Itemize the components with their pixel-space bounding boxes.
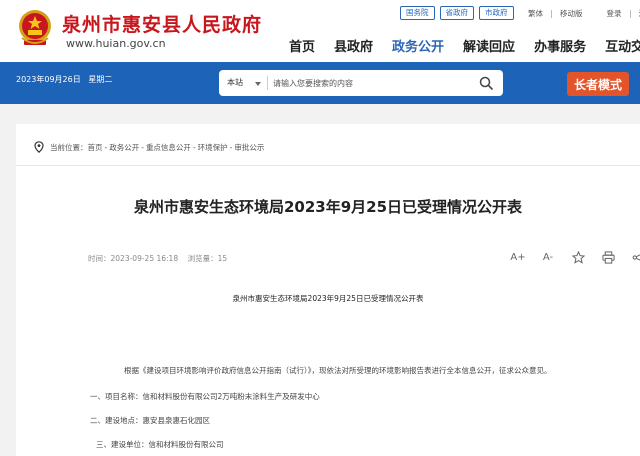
mobile-version-link[interactable]: 移动版 [560,8,583,19]
article-meta: 时间：2023-09-25 16:18 浏览量：15 [88,253,227,264]
search-input[interactable] [273,74,469,92]
nav-services[interactable]: 办事服务 [534,36,586,55]
breadcrumb-key-info[interactable]: 重点信息公开 [146,142,191,153]
font-decrease-button[interactable]: A- [540,250,556,264]
article-tools: A+ A- [510,250,640,264]
article-paragraph: 二、建设地点：惠安县泉惠石化园区 [90,416,210,425]
current-date: 2023年09月26日 星期二 [16,74,112,85]
site-name[interactable]: 泉州市惠安县人民政府 [62,10,262,37]
nav-government-affairs[interactable]: 政务公开 [392,36,444,55]
gov-link-state-council[interactable]: 国务院 [400,6,435,20]
share-button[interactable] [630,250,640,264]
nav-home[interactable]: 首页 [289,36,315,55]
util-divider [551,9,552,18]
article-panel: 当前位置： 首页 - 政务公开 - 重点信息公开 - 环境保护 - 审批公示 泉… [16,124,640,456]
breadcrumb-government-affairs[interactable]: 政务公开 [109,142,139,153]
breadcrumb-separator: - [141,142,144,152]
nav-interpretation[interactable]: 解读回应 [463,36,515,55]
elder-mode-button[interactable]: 长者模式 [567,72,629,96]
views-label: 浏览量： [187,254,218,263]
nav-county-government[interactable]: 县政府 [334,36,373,55]
gov-links: 国务院 省政府 市政府 [400,6,514,20]
login-link[interactable]: 登录 [607,8,622,19]
national-emblem-icon [19,10,51,45]
font-increase-button[interactable]: A+ [510,250,526,264]
breadcrumb: 当前位置： 首页 - 政务公开 - 重点信息公开 - 环境保护 - 审批公示 [34,141,264,153]
nav-interaction[interactable]: 互动交流 [605,36,640,55]
date-text: 2023年09月26日 [16,75,81,84]
breadcrumb-prefix: 当前位置： [50,142,88,152]
search-scope-select[interactable]: 本站 [227,77,243,88]
main-nav: 首页 县政府 政务公开 解读回应 办事服务 互动交流 [289,36,640,55]
body-title: 泉州市惠安生态环境局2023年9月25日已受理情况公开表 [232,294,424,303]
search-divider [267,76,268,90]
location-pin-icon [34,141,44,153]
search-icon[interactable] [479,76,493,90]
util-divider [629,9,631,18]
breadcrumb-approval[interactable]: 审批公示 [234,142,264,153]
gov-link-city[interactable]: 市政府 [479,6,514,20]
publish-time: 2023-09-25 16:18 [110,254,179,263]
print-button[interactable] [600,250,616,264]
star-icon [571,250,585,264]
search-bar-strip: 2023年09月26日 星期二 本站 长者模式 [0,62,640,104]
breadcrumb-separator: - [104,142,108,152]
article-title: 泉州市惠安生态环境局2023年9月25日已受理情况公开表 [133,198,523,216]
time-label: 时间： [88,254,111,263]
breadcrumb-home[interactable]: 首页 [88,142,103,153]
favorite-button[interactable] [570,250,586,264]
traditional-chinese-link[interactable]: 繁体 [528,8,543,19]
printer-icon [601,250,615,264]
view-count: 15 [217,254,228,263]
share-icon [632,251,640,263]
search-box: 本站 [219,70,503,96]
chevron-down-icon[interactable] [255,82,261,86]
breadcrumb-environment[interactable]: 环境保护 [198,142,228,153]
article-paragraph: 根据《建设项目环境影响评价政府信息公开指南（试行）》，现依法对所受理的环境影响报… [124,366,552,375]
site-header: 泉州市惠安县人民政府 www.huian.gov.cn 国务院 省政府 市政府 … [0,0,640,62]
weekday-text: 星期二 [88,75,113,84]
breadcrumb-separator: - [229,142,233,152]
breadcrumb-divider [16,165,640,166]
gov-link-province[interactable]: 省政府 [439,6,474,20]
site-url: www.huian.gov.cn [66,37,166,50]
article-paragraph: 一、项目名称：信和材料股份有限公司2万吨粉末涂料生产及研发中心 [90,392,320,401]
breadcrumb-separator: - [192,142,196,152]
util-links: 繁体 移动版 登录 注册 [528,8,640,19]
article-paragraph: 三、建设单位：信和材料股份有限公司 [96,440,224,449]
